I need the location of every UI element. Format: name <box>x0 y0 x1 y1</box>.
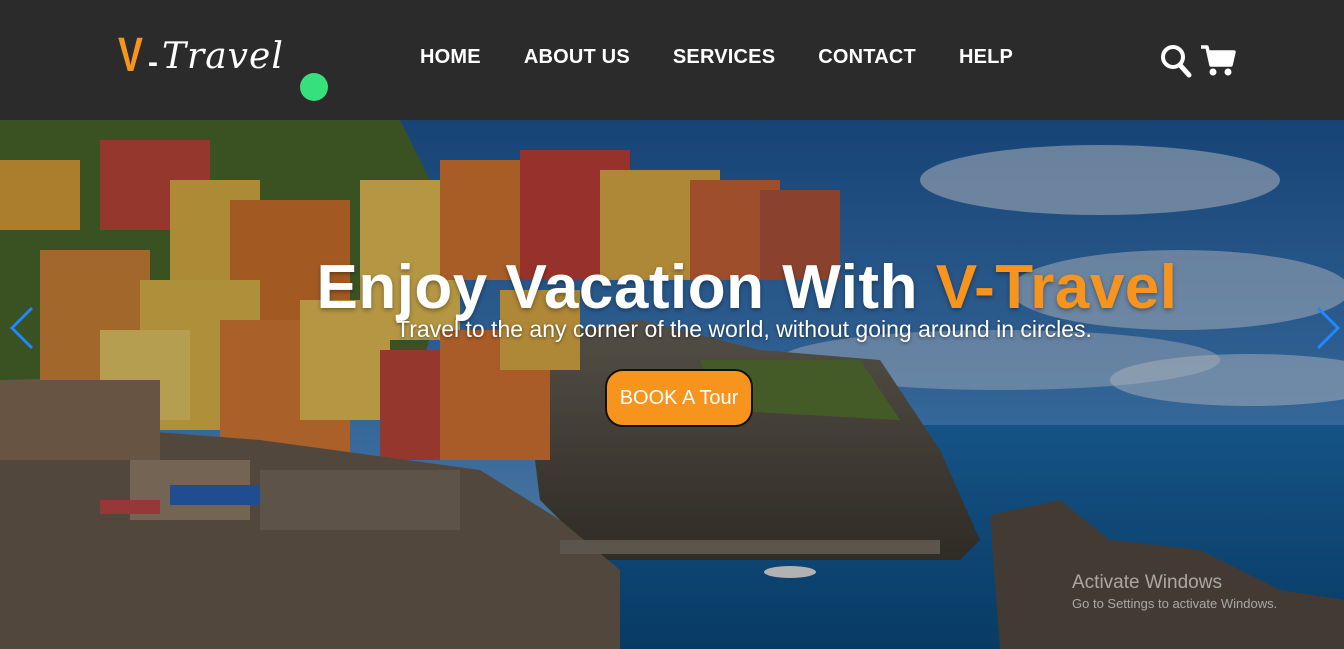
nav-item-home[interactable]: HOME <box>420 46 481 69</box>
logo-text: Travel <box>162 36 284 77</box>
nav-item-help[interactable]: HELP <box>959 46 1013 69</box>
navbar: V - Travel HOME ABOUT US SERVICES CONTAC… <box>0 0 1344 120</box>
status-dot <box>300 73 328 101</box>
chevron-left-icon[interactable] <box>8 306 40 350</box>
book-tour-button[interactable]: BOOK A Tour <box>605 369 753 427</box>
logo[interactable]: V - Travel <box>118 30 284 86</box>
nav-item-contact[interactable]: CONTACT <box>818 46 916 69</box>
search-icon[interactable] <box>1160 44 1192 83</box>
nav-icons <box>1160 44 1236 83</box>
watermark-title: Activate Windows <box>1072 572 1222 593</box>
nav-item-services[interactable]: SERVICES <box>673 46 775 69</box>
hero-subtitle: Travel to the any corner of the world, w… <box>396 316 1092 342</box>
logo-dash: - <box>148 46 158 79</box>
cart-icon[interactable] <box>1200 44 1236 83</box>
nav-item-about-us[interactable]: ABOUT US <box>524 46 630 69</box>
hero-title-accent: V-Travel <box>935 253 1178 322</box>
chevron-right-icon[interactable] <box>1310 306 1342 350</box>
hero-title: Enjoy Vacation With V-Travel <box>0 252 1344 323</box>
hero-title-main: Enjoy Vacation With <box>316 253 918 322</box>
watermark-subtitle: Go to Settings to activate Windows. <box>1072 596 1278 611</box>
main-nav: HOME ABOUT US SERVICES CONTACT HELP <box>420 46 1056 69</box>
activate-windows-watermark: Activate Windows Go to Settings to activ… <box>1072 572 1277 611</box>
hero-banner: Enjoy Vacation With V-Travel Travel to t… <box>0 120 1344 649</box>
logo-letter: V <box>118 29 143 82</box>
